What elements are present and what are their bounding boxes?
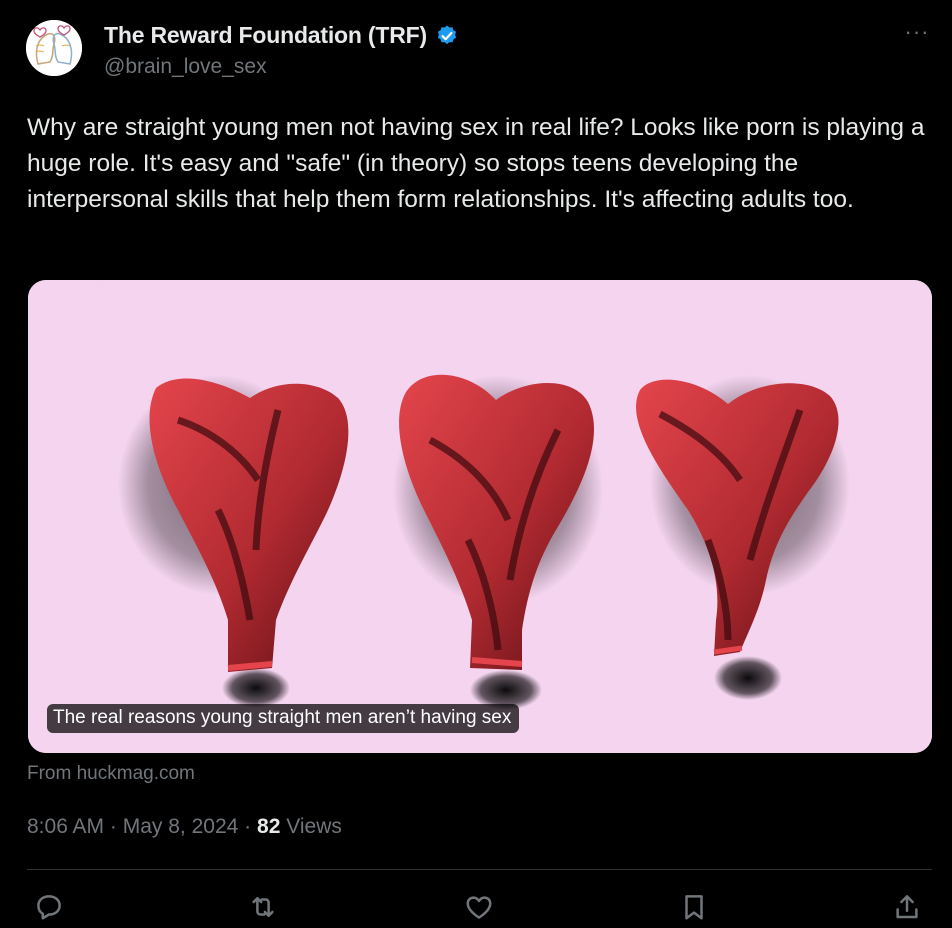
link-card[interactable]: The real reasons young straight men aren… <box>28 280 932 753</box>
tweet-meta: 8:06 AM · May 8, 2024 · 82 Views <box>27 815 342 839</box>
card-image <box>28 280 932 753</box>
avatar[interactable] <box>26 20 82 76</box>
card-source[interactable]: From huckmag.com <box>27 763 195 785</box>
like-icon[interactable] <box>464 892 498 926</box>
card-caption[interactable]: The real reasons young straight men aren… <box>47 704 520 733</box>
verified-badge-icon[interactable] <box>435 24 459 48</box>
share-icon[interactable] <box>892 892 926 926</box>
meta-separator: · <box>244 815 252 838</box>
views-label: Views <box>286 815 342 838</box>
author-handle[interactable]: @brain_love_sex <box>104 55 459 79</box>
more-horizontal-icon[interactable]: ··· <box>904 21 930 48</box>
brain-heart-logo <box>26 20 82 76</box>
meta-separator: · <box>109 815 117 838</box>
tweet-time[interactable]: 8:06 AM <box>27 815 104 838</box>
retweet-icon[interactable] <box>248 892 282 926</box>
tweet-text: Why are straight young men not having se… <box>27 114 925 213</box>
bookmark-icon[interactable] <box>679 892 713 926</box>
divider <box>27 869 932 870</box>
author-display-name[interactable]: The Reward Foundation (TRF) <box>104 22 427 49</box>
reply-icon[interactable] <box>34 892 68 926</box>
tweet-header: The Reward Foundation (TRF) @brain_love_… <box>104 22 459 79</box>
views-count: 82 <box>257 815 281 838</box>
tweet-date[interactable]: May 8, 2024 <box>123 815 239 838</box>
